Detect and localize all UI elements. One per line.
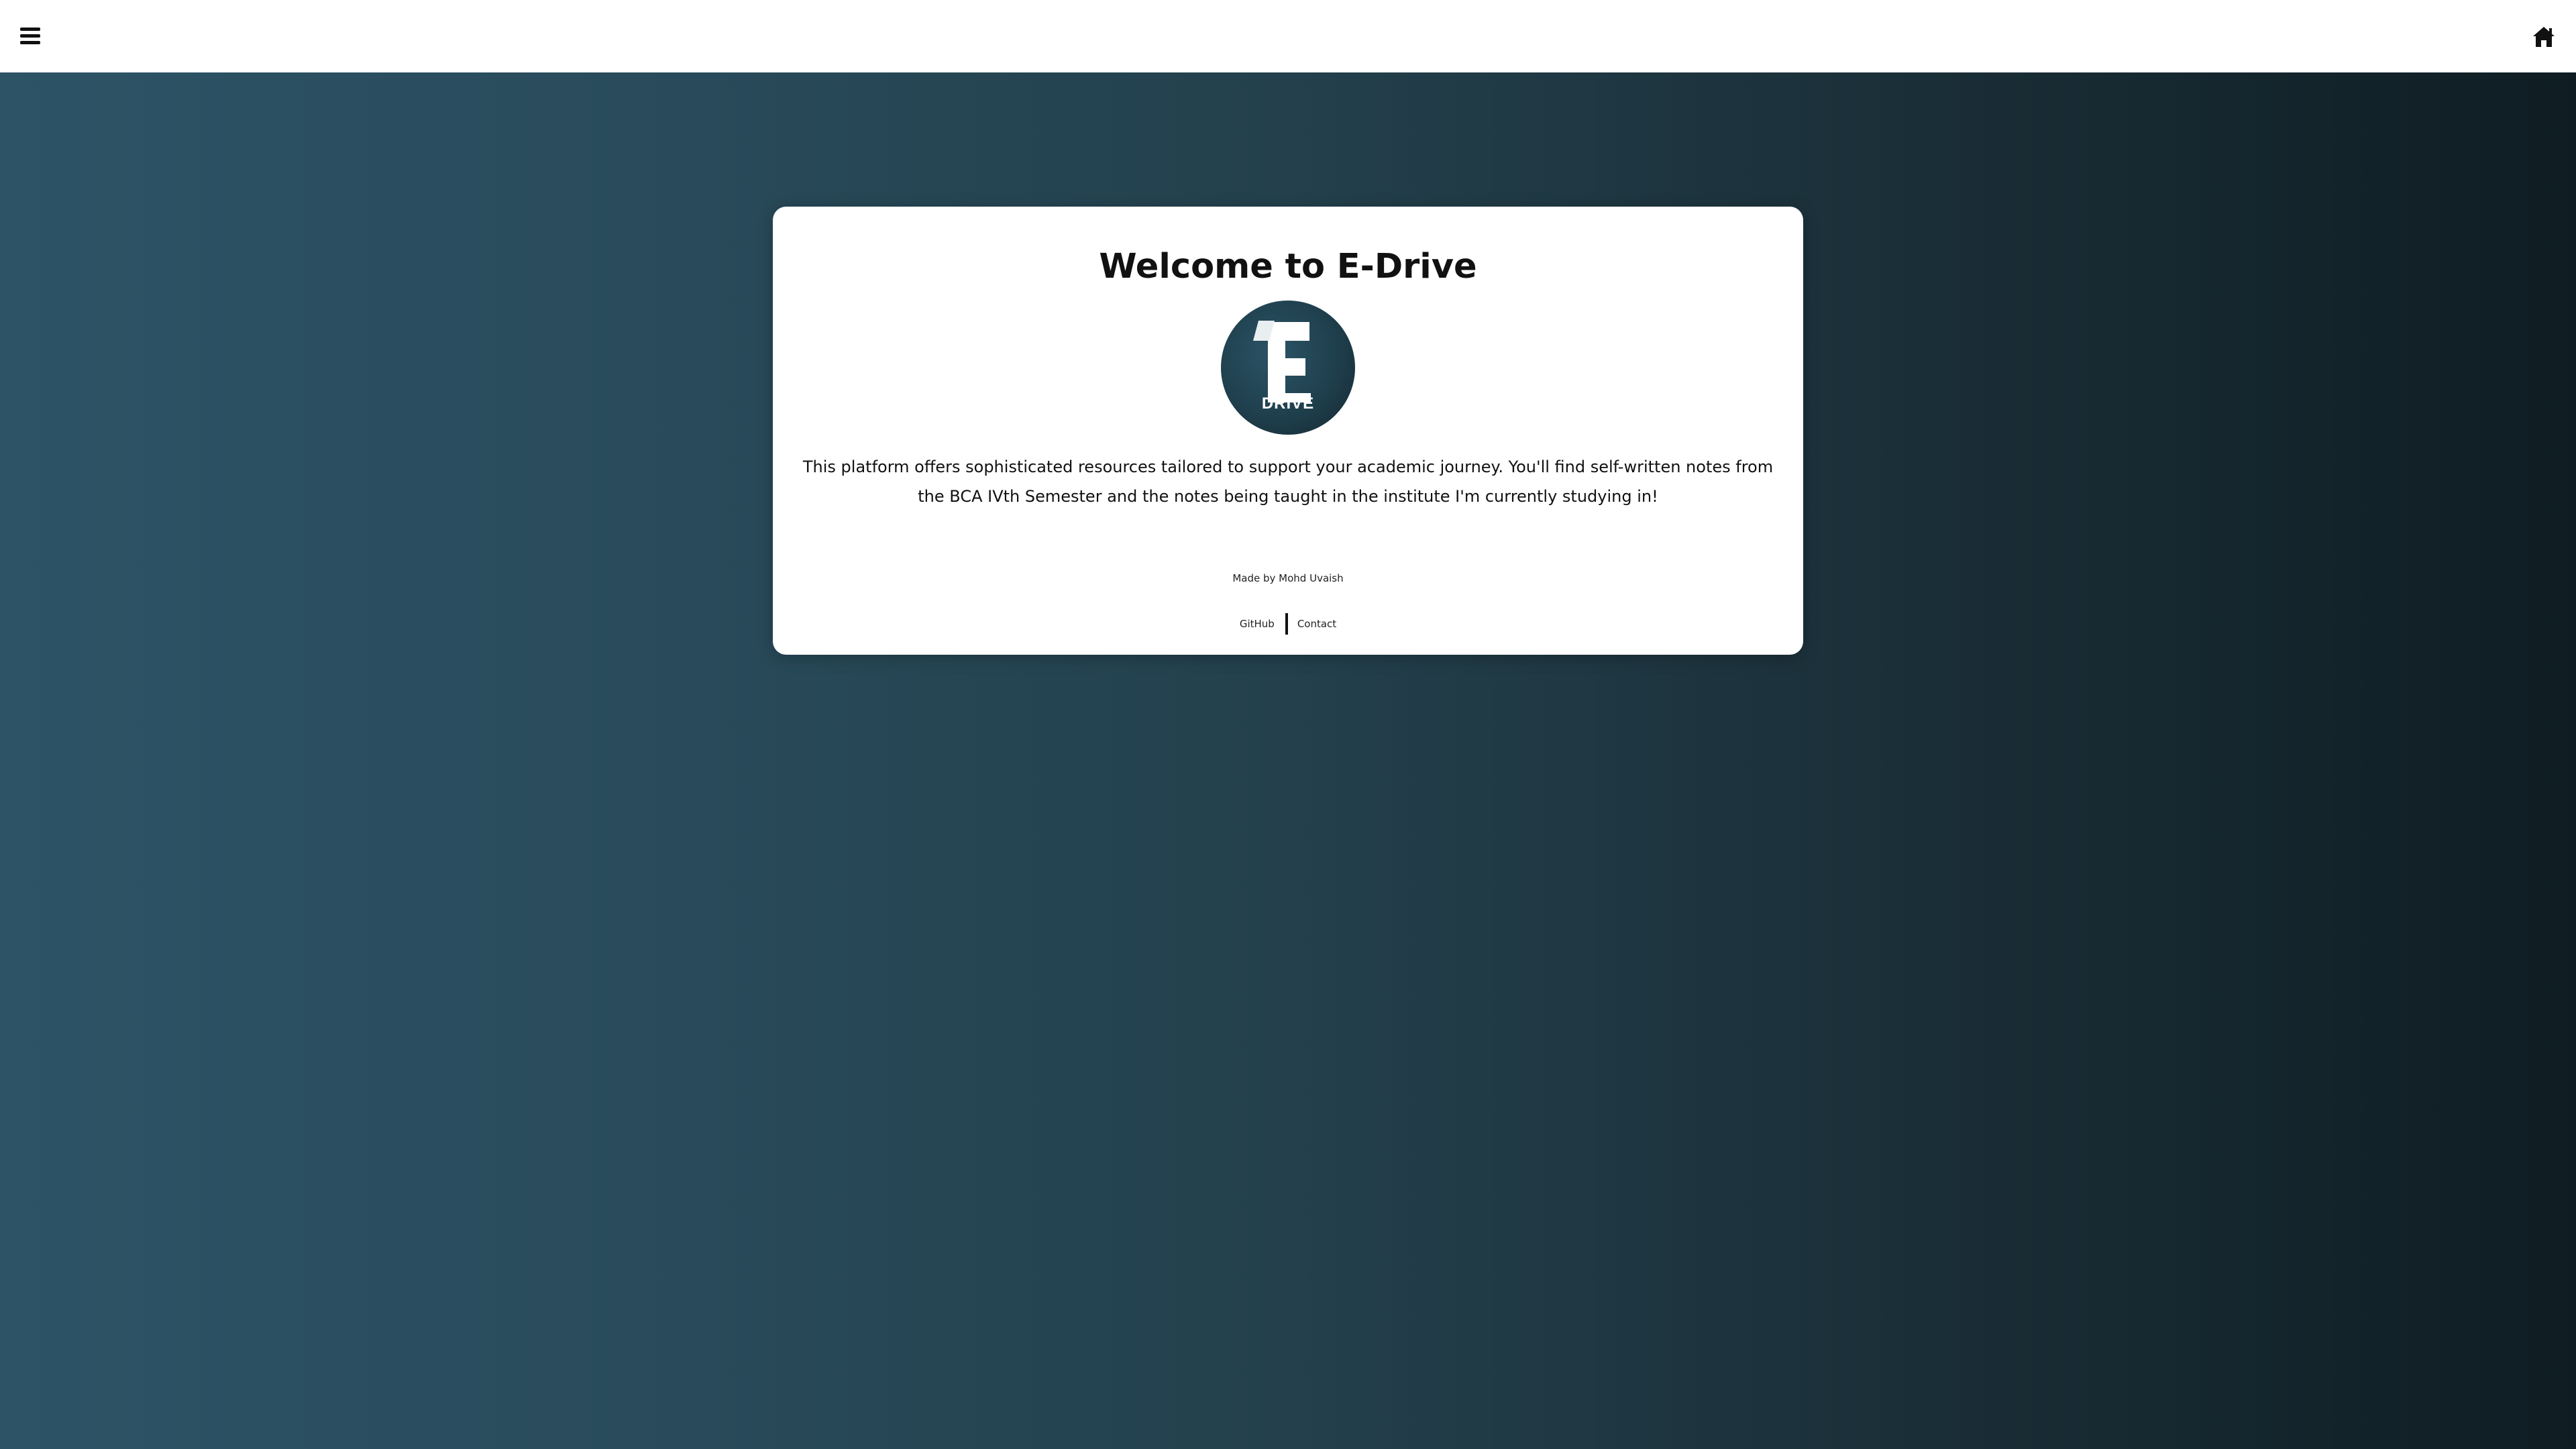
github-link[interactable]: GitHub — [1240, 612, 1275, 635]
welcome-card: Welcome to E-Drive DRIVE This platform o… — [773, 207, 1803, 655]
e-drive-logo: DRIVE — [1221, 301, 1355, 435]
description-text: This platform offers sophisticated resou… — [802, 458, 1774, 506]
page-title: Welcome to E-Drive — [1099, 247, 1477, 286]
footer-links: GitHub Contact — [773, 612, 1803, 635]
home-icon[interactable] — [2532, 25, 2556, 48]
contact-link[interactable]: Contact — [1297, 612, 1336, 635]
link-divider — [1285, 612, 1288, 635]
logo-caption: DRIVE — [1261, 394, 1315, 413]
author-credit: Made by Mohd Uvaish — [1232, 572, 1344, 584]
hamburger-menu-icon[interactable] — [20, 24, 42, 48]
top-navbar — [0, 0, 2576, 72]
